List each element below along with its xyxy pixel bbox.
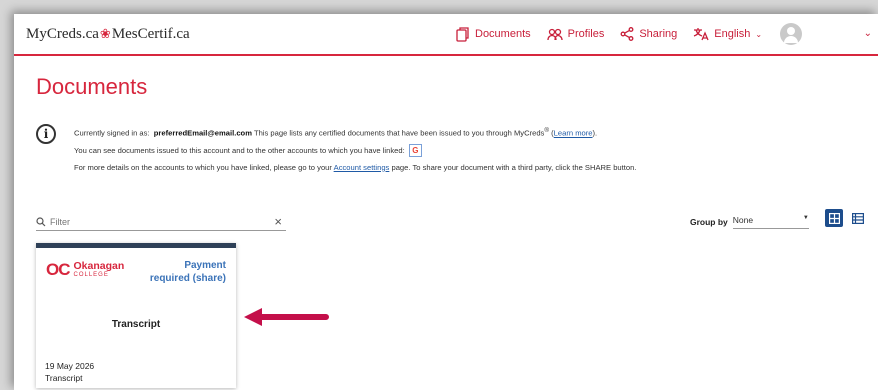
group-by: Group by None ▼ bbox=[690, 215, 809, 229]
google-account-icon[interactable]: G bbox=[408, 144, 422, 158]
documents-icon bbox=[456, 26, 469, 42]
filter-bar: × bbox=[36, 213, 286, 231]
dropdown-caret-icon: ▼ bbox=[802, 215, 809, 221]
clear-filter-icon[interactable]: × bbox=[274, 214, 282, 229]
logo-right-text: MesCertif.ca bbox=[111, 25, 190, 42]
list-view-button[interactable] bbox=[849, 209, 867, 227]
info-line-1-text: This page lists any certified documents … bbox=[253, 128, 545, 138]
filter-input[interactable] bbox=[50, 216, 270, 227]
nav-profiles[interactable]: Profiles bbox=[546, 28, 605, 41]
institution-sub: COLLEGE bbox=[73, 272, 109, 278]
info-line-3-after: page. To share your document with a thir… bbox=[391, 162, 637, 172]
nav-documents[interactable]: Documents bbox=[456, 26, 531, 42]
logo-left-text: MyCreds.ca bbox=[26, 25, 99, 42]
info-line-2-text: You can see documents issued to this acc… bbox=[74, 145, 405, 155]
payment-status[interactable]: Payment required (share) bbox=[150, 259, 226, 285]
status-line-2: required (share) bbox=[149, 273, 226, 284]
account-settings-link[interactable]: Account settings bbox=[334, 163, 390, 172]
top-bar: MyCreds.ca ❀ MesCertif.ca Documents Prof… bbox=[14, 14, 878, 56]
grid-view-button[interactable] bbox=[825, 209, 843, 227]
signed-in-email: preferredEmail@email.com bbox=[153, 128, 252, 138]
registered-mark: ® bbox=[544, 127, 550, 134]
card-type: Transcript bbox=[45, 373, 83, 383]
nav-sharing-label: Sharing bbox=[639, 28, 678, 40]
grid-icon bbox=[828, 212, 840, 224]
info-line-1: Currently signed in as: preferredEmail@e… bbox=[74, 127, 598, 138]
signed-in-prefix: Currently signed in as: bbox=[74, 128, 150, 138]
annotation-arrow-icon bbox=[244, 308, 329, 326]
learn-more-link[interactable]: Learn more bbox=[554, 129, 593, 138]
group-by-label: Group by bbox=[690, 217, 728, 227]
document-card[interactable]: OC Okanagan COLLEGE Payment required (sh… bbox=[36, 243, 236, 388]
share-icon bbox=[620, 27, 634, 41]
nav-sharing[interactable]: Sharing bbox=[620, 27, 677, 41]
language-selector[interactable]: English ⌄ bbox=[693, 27, 762, 41]
status-line-1: Payment bbox=[184, 260, 226, 271]
list-icon bbox=[852, 212, 864, 224]
info-text: Currently signed in as: preferredEmail@e… bbox=[74, 122, 636, 176]
info-line-2: You can see documents issued to this acc… bbox=[74, 142, 636, 159]
institution-wordmark: Okanagan COLLEGE bbox=[74, 260, 125, 280]
institution-mark: OC bbox=[46, 260, 70, 279]
group-by-select[interactable]: None ▼ bbox=[732, 215, 809, 229]
maple-leaf-icon: ❀ bbox=[99, 26, 111, 41]
chevron-down-icon: ⌄ bbox=[755, 29, 763, 39]
info-line-3: For more details on the accounts to whic… bbox=[74, 159, 636, 176]
language-label: English bbox=[714, 28, 751, 40]
app-window: MyCreds.ca ❀ MesCertif.ca Documents Prof… bbox=[14, 14, 878, 390]
nav-profiles-label: Profiles bbox=[567, 28, 605, 40]
card-date: 19 May 2026 bbox=[45, 361, 95, 371]
page-title: Documents bbox=[36, 74, 148, 99]
search-icon bbox=[36, 216, 46, 226]
main-nav: Documents Profiles Sharing English ⌄ bbox=[456, 14, 803, 54]
info-icon: i bbox=[36, 124, 56, 144]
institution-logo: OC Okanagan COLLEGE bbox=[46, 260, 124, 280]
account-menu-chevron-icon[interactable]: ⌄ bbox=[864, 28, 872, 39]
info-line-3-before: For more details on the accounts to whic… bbox=[74, 162, 332, 172]
nav-documents-label: Documents bbox=[475, 28, 531, 40]
group-by-value: None bbox=[732, 215, 754, 225]
site-logo[interactable]: MyCreds.ca ❀ MesCertif.ca bbox=[26, 26, 190, 43]
profiles-icon bbox=[546, 28, 563, 40]
info-panel: i Currently signed in as: preferredEmail… bbox=[36, 122, 878, 182]
user-avatar[interactable] bbox=[780, 23, 803, 45]
translate-icon bbox=[694, 28, 709, 41]
card-title: Transcript bbox=[111, 319, 161, 330]
